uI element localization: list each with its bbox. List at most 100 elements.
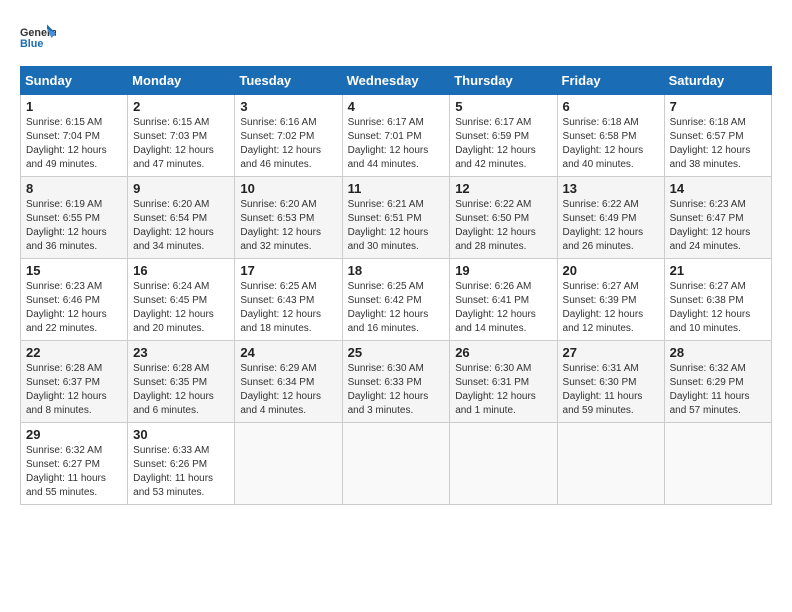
day-number: 4 [348,99,445,114]
day-number: 12 [455,181,551,196]
calendar-cell: 17 Sunrise: 6:25 AM Sunset: 6:43 PM Dayl… [235,259,342,341]
day-number: 21 [670,263,766,278]
day-number: 20 [563,263,659,278]
day-info: Sunrise: 6:20 AM Sunset: 6:54 PM Dayligh… [133,198,229,254]
day-number: 25 [348,345,445,360]
day-number: 14 [670,181,766,196]
day-number: 5 [455,99,551,114]
calendar-cell: 14 Sunrise: 6:23 AM Sunset: 6:47 PM Dayl… [664,177,771,259]
day-number: 7 [670,99,766,114]
calendar-cell: 26 Sunrise: 6:30 AM Sunset: 6:31 PM Dayl… [450,341,557,423]
calendar-cell: 21 Sunrise: 6:27 AM Sunset: 6:38 PM Dayl… [664,259,771,341]
day-number: 26 [455,345,551,360]
calendar-week-2: 8 Sunrise: 6:19 AM Sunset: 6:55 PM Dayli… [21,177,772,259]
calendar-week-5: 29 Sunrise: 6:32 AM Sunset: 6:27 PM Dayl… [21,423,772,505]
day-number: 27 [563,345,659,360]
day-number: 13 [563,181,659,196]
day-info: Sunrise: 6:16 AM Sunset: 7:02 PM Dayligh… [240,116,336,172]
calendar-cell: 4 Sunrise: 6:17 AM Sunset: 7:01 PM Dayli… [342,95,450,177]
calendar-cell: 29 Sunrise: 6:32 AM Sunset: 6:27 PM Dayl… [21,423,128,505]
day-info: Sunrise: 6:20 AM Sunset: 6:53 PM Dayligh… [240,198,336,254]
calendar-cell: 18 Sunrise: 6:25 AM Sunset: 6:42 PM Dayl… [342,259,450,341]
column-header-friday: Friday [557,67,664,95]
day-number: 16 [133,263,229,278]
day-info: Sunrise: 6:27 AM Sunset: 6:39 PM Dayligh… [563,280,659,336]
calendar-cell: 24 Sunrise: 6:29 AM Sunset: 6:34 PM Dayl… [235,341,342,423]
calendar-cell: 25 Sunrise: 6:30 AM Sunset: 6:33 PM Dayl… [342,341,450,423]
day-info: Sunrise: 6:23 AM Sunset: 6:46 PM Dayligh… [26,280,122,336]
day-info: Sunrise: 6:23 AM Sunset: 6:47 PM Dayligh… [670,198,766,254]
day-info: Sunrise: 6:32 AM Sunset: 6:29 PM Dayligh… [670,362,766,418]
day-number: 29 [26,427,122,442]
calendar-cell: 11 Sunrise: 6:21 AM Sunset: 6:51 PM Dayl… [342,177,450,259]
calendar-cell: 22 Sunrise: 6:28 AM Sunset: 6:37 PM Dayl… [21,341,128,423]
day-number: 2 [133,99,229,114]
day-number: 28 [670,345,766,360]
calendar-cell: 13 Sunrise: 6:22 AM Sunset: 6:49 PM Dayl… [557,177,664,259]
day-number: 24 [240,345,336,360]
column-header-tuesday: Tuesday [235,67,342,95]
day-number: 11 [348,181,445,196]
logo-icon: General Blue [20,20,56,56]
calendar-cell: 20 Sunrise: 6:27 AM Sunset: 6:39 PM Dayl… [557,259,664,341]
calendar-cell: 3 Sunrise: 6:16 AM Sunset: 7:02 PM Dayli… [235,95,342,177]
column-header-wednesday: Wednesday [342,67,450,95]
day-info: Sunrise: 6:29 AM Sunset: 6:34 PM Dayligh… [240,362,336,418]
calendar-cell: 8 Sunrise: 6:19 AM Sunset: 6:55 PM Dayli… [21,177,128,259]
logo: General Blue [20,20,56,56]
day-info: Sunrise: 6:30 AM Sunset: 6:33 PM Dayligh… [348,362,445,418]
calendar-week-1: 1 Sunrise: 6:15 AM Sunset: 7:04 PM Dayli… [21,95,772,177]
column-header-saturday: Saturday [664,67,771,95]
calendar-cell [342,423,450,505]
day-info: Sunrise: 6:22 AM Sunset: 6:49 PM Dayligh… [563,198,659,254]
column-header-monday: Monday [128,67,235,95]
calendar-cell [557,423,664,505]
calendar-cell: 16 Sunrise: 6:24 AM Sunset: 6:45 PM Dayl… [128,259,235,341]
calendar-cell [450,423,557,505]
svg-text:Blue: Blue [20,38,43,50]
day-info: Sunrise: 6:27 AM Sunset: 6:38 PM Dayligh… [670,280,766,336]
calendar-cell: 5 Sunrise: 6:17 AM Sunset: 6:59 PM Dayli… [450,95,557,177]
day-number: 10 [240,181,336,196]
day-info: Sunrise: 6:17 AM Sunset: 6:59 PM Dayligh… [455,116,551,172]
day-info: Sunrise: 6:32 AM Sunset: 6:27 PM Dayligh… [26,444,122,500]
day-number: 23 [133,345,229,360]
calendar-table: SundayMondayTuesdayWednesdayThursdayFrid… [20,66,772,505]
day-info: Sunrise: 6:28 AM Sunset: 6:35 PM Dayligh… [133,362,229,418]
day-info: Sunrise: 6:15 AM Sunset: 7:03 PM Dayligh… [133,116,229,172]
day-info: Sunrise: 6:30 AM Sunset: 6:31 PM Dayligh… [455,362,551,418]
day-info: Sunrise: 6:31 AM Sunset: 6:30 PM Dayligh… [563,362,659,418]
calendar-cell: 15 Sunrise: 6:23 AM Sunset: 6:46 PM Dayl… [21,259,128,341]
day-number: 9 [133,181,229,196]
day-number: 15 [26,263,122,278]
day-number: 22 [26,345,122,360]
day-info: Sunrise: 6:25 AM Sunset: 6:43 PM Dayligh… [240,280,336,336]
calendar-cell [664,423,771,505]
day-number: 30 [133,427,229,442]
day-info: Sunrise: 6:21 AM Sunset: 6:51 PM Dayligh… [348,198,445,254]
day-info: Sunrise: 6:19 AM Sunset: 6:55 PM Dayligh… [26,198,122,254]
calendar-cell [235,423,342,505]
day-info: Sunrise: 6:25 AM Sunset: 6:42 PM Dayligh… [348,280,445,336]
day-number: 8 [26,181,122,196]
day-number: 18 [348,263,445,278]
calendar-week-4: 22 Sunrise: 6:28 AM Sunset: 6:37 PM Dayl… [21,341,772,423]
day-number: 6 [563,99,659,114]
day-number: 1 [26,99,122,114]
day-info: Sunrise: 6:17 AM Sunset: 7:01 PM Dayligh… [348,116,445,172]
calendar-cell: 1 Sunrise: 6:15 AM Sunset: 7:04 PM Dayli… [21,95,128,177]
calendar-cell: 9 Sunrise: 6:20 AM Sunset: 6:54 PM Dayli… [128,177,235,259]
day-info: Sunrise: 6:24 AM Sunset: 6:45 PM Dayligh… [133,280,229,336]
calendar-cell: 7 Sunrise: 6:18 AM Sunset: 6:57 PM Dayli… [664,95,771,177]
day-info: Sunrise: 6:22 AM Sunset: 6:50 PM Dayligh… [455,198,551,254]
day-info: Sunrise: 6:28 AM Sunset: 6:37 PM Dayligh… [26,362,122,418]
day-info: Sunrise: 6:33 AM Sunset: 6:26 PM Dayligh… [133,444,229,500]
calendar-cell: 23 Sunrise: 6:28 AM Sunset: 6:35 PM Dayl… [128,341,235,423]
day-number: 19 [455,263,551,278]
column-header-sunday: Sunday [21,67,128,95]
calendar-cell: 28 Sunrise: 6:32 AM Sunset: 6:29 PM Dayl… [664,341,771,423]
column-header-thursday: Thursday [450,67,557,95]
calendar-cell: 30 Sunrise: 6:33 AM Sunset: 6:26 PM Dayl… [128,423,235,505]
day-number: 17 [240,263,336,278]
day-number: 3 [240,99,336,114]
